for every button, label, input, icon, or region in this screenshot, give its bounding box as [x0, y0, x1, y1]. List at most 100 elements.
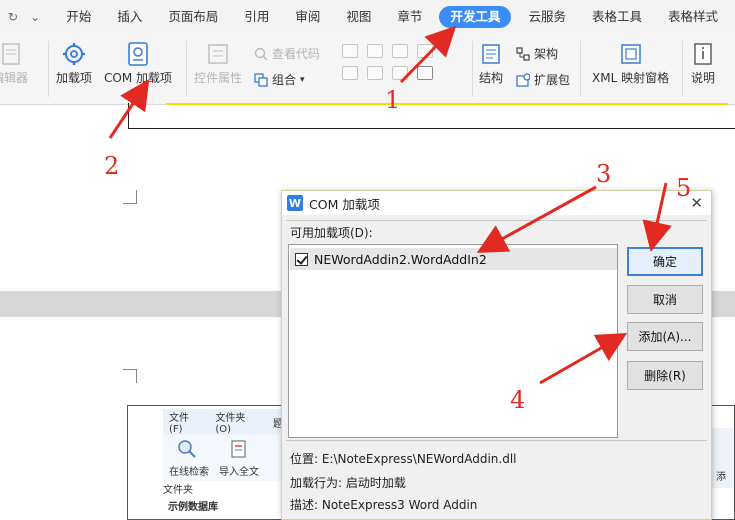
embedded-right-toolbar: 添 [710, 428, 734, 488]
list-item[interactable]: NEWordAddin2.WordAddIn2 [290, 248, 617, 270]
embedded-folder-label: 文件夹 [163, 485, 193, 496]
redo-icon[interactable]: ↻ [8, 10, 18, 24]
group-icon [254, 72, 268, 87]
view-code-label: 查看代码 [272, 47, 321, 61]
highlight-line [166, 103, 728, 105]
add-button[interactable]: 添加(A)... [627, 322, 703, 351]
cancel-button[interactable]: 取消 [627, 285, 703, 314]
embedded-menu-folder: 文件夹 (O) [215, 413, 246, 435]
control-properties-icon [208, 44, 228, 64]
ribbon-developer: 编辑器 加载项 COM 加载项 控件属性 查看代码 组合 ▾ 结构 架构 扩展包 [0, 33, 735, 105]
group-label: 组合 [272, 73, 297, 87]
load-behavior-text: 加载行为: 启动时加载 [290, 476, 406, 490]
page-corner-mark [123, 190, 137, 204]
view-code-icon [254, 47, 268, 60]
structure-label: 结构 [478, 71, 503, 85]
dialog-title: COM 加载项 [309, 196, 380, 212]
dialog-titlebar[interactable]: W COM 加载项 ✕ [282, 191, 711, 215]
tab-review[interactable]: 审阅 [286, 6, 329, 28]
chevron-down-icon: ▾ [300, 74, 305, 85]
divider [682, 41, 683, 97]
divider [472, 41, 473, 97]
annotation-number-1: 1 [385, 86, 401, 114]
help-button[interactable]: 说明 [690, 39, 716, 86]
addin-checkbox[interactable] [295, 252, 308, 266]
control-icon[interactable] [392, 66, 408, 80]
divider [286, 440, 707, 441]
xml-mapping-icon [620, 44, 641, 64]
com-addins-dialog: W COM 加载项 ✕ 可用加载项(D): NEWordAddin2.WordA… [281, 190, 712, 520]
tab-insert[interactable]: 插入 [108, 6, 151, 28]
page-corner-mark [123, 369, 137, 383]
control-icon[interactable] [342, 44, 358, 58]
embedded-right-label: 添 [716, 472, 726, 483]
control-properties-label: 控件属性 [194, 71, 243, 85]
document-info-icon [694, 43, 712, 65]
form-controls-gallery[interactable] [342, 44, 433, 80]
tab-references[interactable]: 引用 [235, 6, 278, 28]
tab-cloud-service[interactable]: 云服务 [519, 6, 575, 28]
control-icon[interactable] [392, 44, 408, 58]
close-icon[interactable]: ✕ [690, 194, 703, 212]
embedded-menubar: 文件 (F) 文件夹 (O) 题 [163, 409, 283, 435]
xml-mapping-pane-button[interactable]: XML 映射窗格 [592, 39, 669, 86]
group-button[interactable]: 组合 ▾ [254, 71, 305, 88]
schema-icon [516, 46, 530, 61]
expansion-pack-icon [516, 72, 530, 87]
control-icon[interactable] [417, 44, 433, 58]
remove-button[interactable]: 删除(R) [627, 361, 703, 390]
help-label: 说明 [690, 71, 715, 85]
control-icon[interactable] [417, 66, 433, 80]
divider [286, 220, 707, 221]
tab-page-layout[interactable]: 页面布局 [159, 6, 227, 28]
expansion-pack-button[interactable]: 扩展包 [516, 71, 570, 88]
expansion-pack-label: 扩展包 [534, 73, 571, 87]
divider [186, 41, 187, 97]
embedded-menu-file: 文件 (F) [169, 413, 189, 435]
online-search-icon [178, 440, 196, 458]
wps-logo-icon: W [287, 195, 303, 211]
divider [48, 41, 49, 97]
schema-label: 架构 [534, 47, 559, 61]
customize-dropdown-icon[interactable]: ⌄ [30, 10, 40, 24]
editor-button[interactable]: 编辑器 [0, 39, 28, 86]
addin-name: NEWordAddin2.WordAddIn2 [314, 251, 487, 267]
tab-table-tools[interactable]: 表格工具 [583, 6, 651, 28]
addins-button[interactable]: 加载项 [56, 39, 92, 86]
xml-mapping-label: XML 映射窗格 [592, 71, 670, 85]
structure-button[interactable]: 结构 [478, 39, 504, 86]
control-icon[interactable] [367, 66, 383, 80]
com-addins-label: COM 加载项 [104, 71, 172, 85]
quick-access: ↻ ⌄ [0, 10, 57, 24]
control-properties-button[interactable]: 控件属性 [194, 39, 242, 86]
structure-icon [482, 44, 500, 64]
tab-table-style[interactable]: 表格样式 [659, 6, 727, 28]
com-addins-icon [128, 42, 148, 66]
control-icon[interactable] [367, 44, 383, 58]
embedded-sample-db: 示例数据库 [168, 502, 218, 513]
view-code-button[interactable]: 查看代码 [254, 45, 320, 62]
available-addins-label: 可用加载项(D): [290, 226, 373, 240]
editor-icon [2, 43, 20, 65]
tab-developer[interactable]: 开发工具 [439, 5, 512, 28]
tab-view[interactable]: 视图 [337, 6, 380, 28]
divider [580, 41, 581, 97]
annotation-number-2: 2 [104, 152, 120, 180]
tab-section[interactable]: 章节 [388, 6, 431, 28]
addins-list[interactable]: NEWordAddin2.WordAddIn2 [288, 244, 618, 438]
gear-icon [63, 43, 85, 65]
menu-bar: ↻ ⌄ 开始 插入 页面布局 引用 审阅 视图 章节 开发工具 云服务 表格工具… [0, 0, 735, 33]
location-text: 位置: E:\NoteExpress\NEWordAddin.dll [290, 452, 517, 466]
editor-label: 编辑器 [0, 71, 29, 85]
control-icon[interactable] [342, 66, 358, 80]
description-text: 描述: NoteExpress3 Word Addin [290, 498, 478, 512]
import-fulltext-icon [231, 440, 246, 458]
annotation-number-4: 4 [510, 386, 526, 414]
com-addins-button[interactable]: COM 加载项 [104, 39, 172, 86]
table-border [128, 103, 735, 129]
embedded-import-label: 导入全文 [219, 467, 259, 478]
schema-button[interactable]: 架构 [516, 45, 558, 62]
tab-home[interactable]: 开始 [57, 6, 100, 28]
annotation-number-5: 5 [676, 174, 692, 202]
ok-button[interactable]: 确定 [627, 247, 703, 276]
